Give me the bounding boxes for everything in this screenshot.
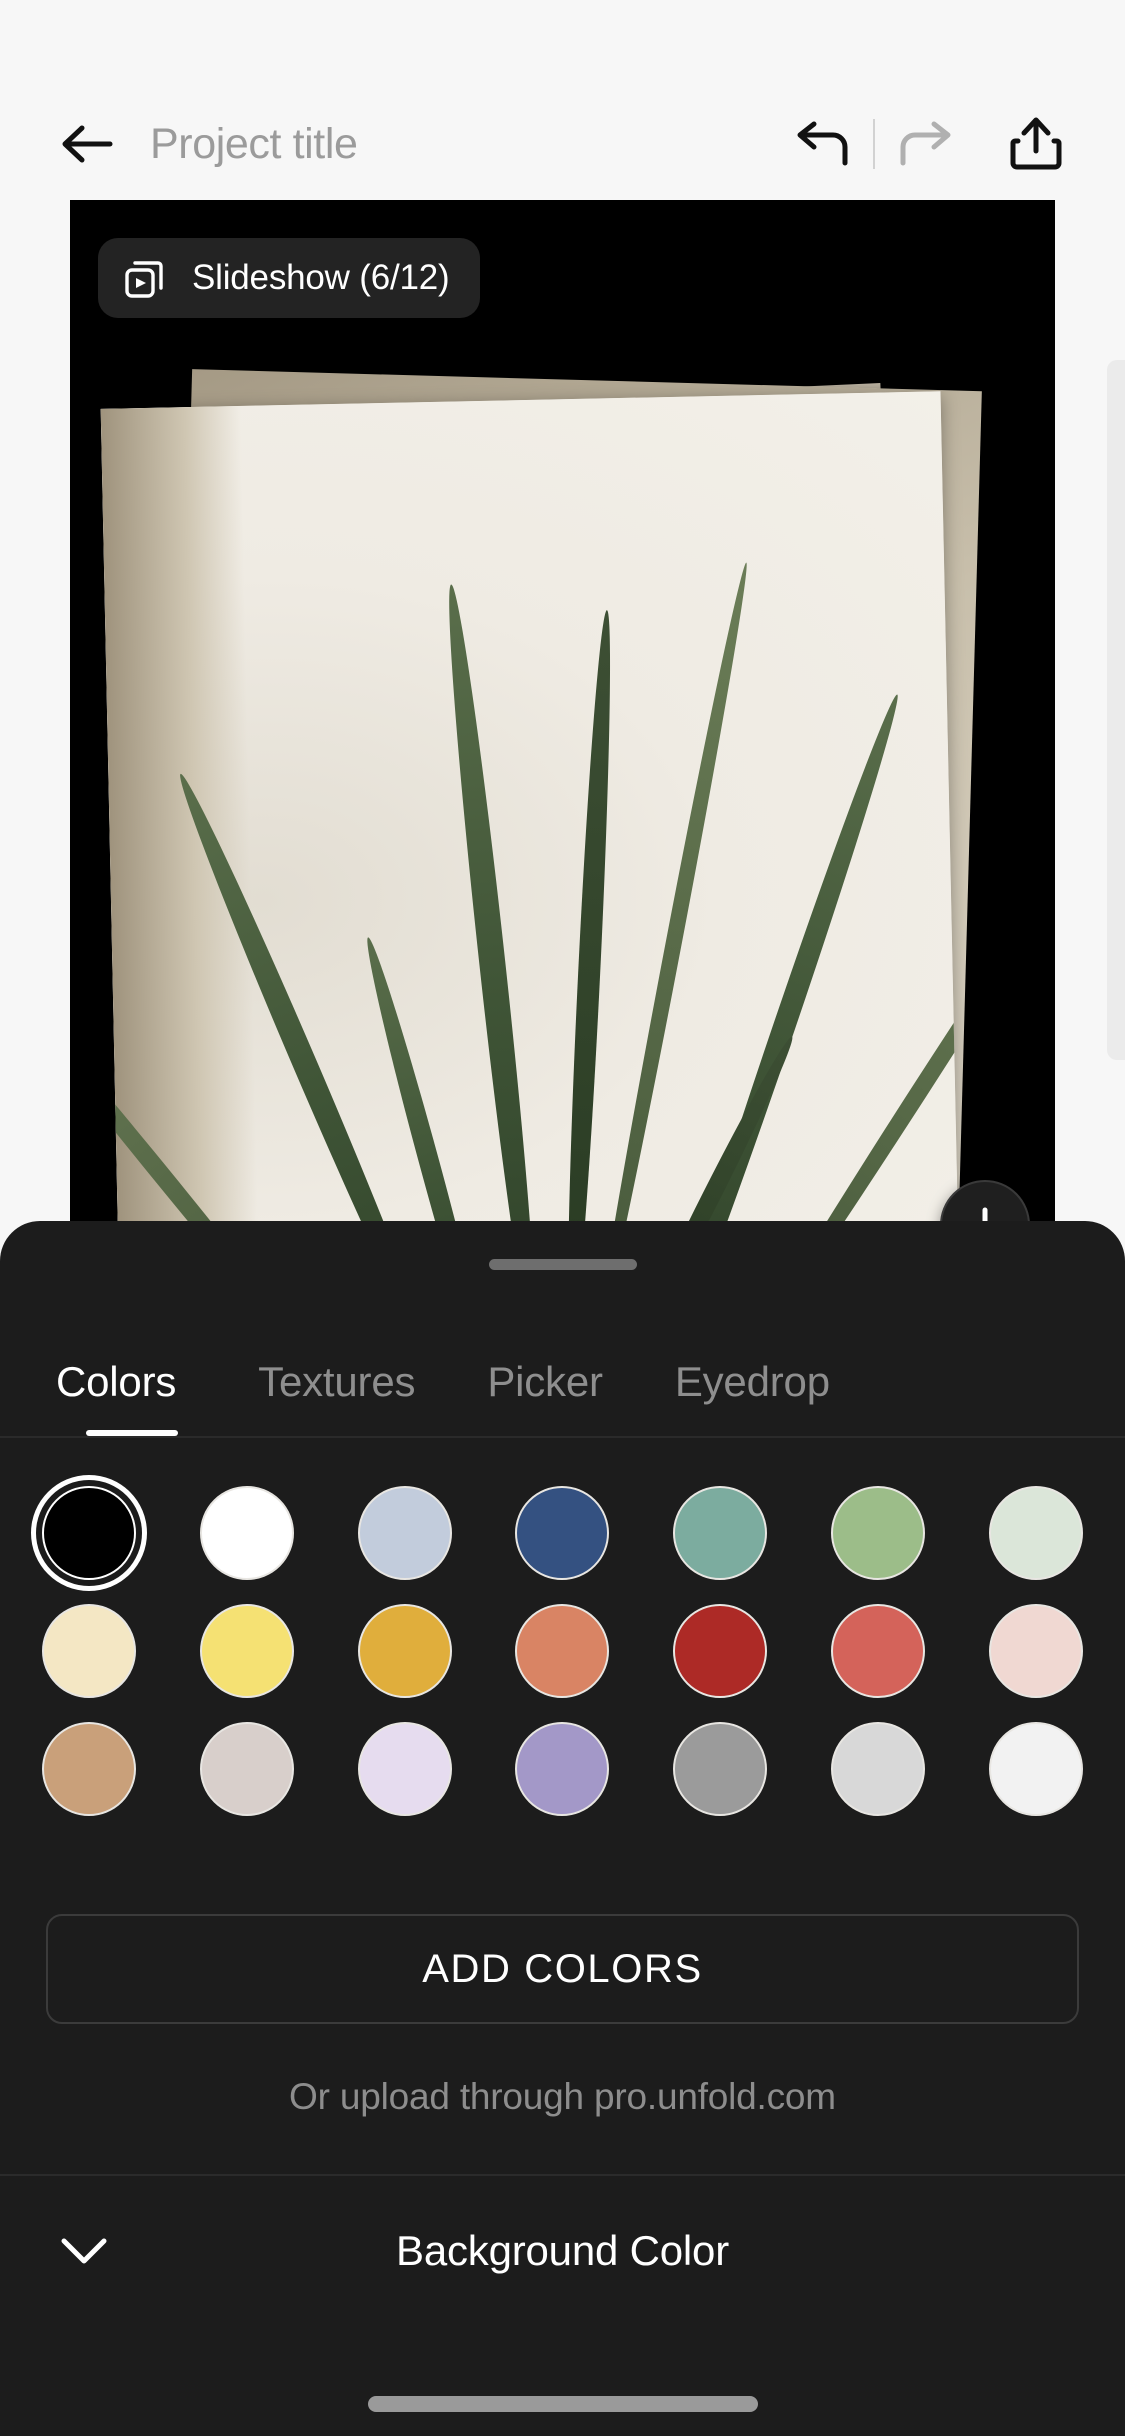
share-upload-icon (1010, 117, 1062, 170)
color-swatch-warm-gray[interactable] (199, 1722, 294, 1816)
redo-arrow-icon (900, 121, 951, 166)
color-swatch-pale-lavender[interactable] (357, 1722, 452, 1816)
color-swatch-golden-amber[interactable] (357, 1604, 452, 1698)
color-swatch-purple[interactable] (515, 1722, 610, 1816)
plant-photo (100, 391, 960, 1230)
color-swatch-pale-pink[interactable] (988, 1604, 1083, 1698)
color-swatch-sage-green[interactable] (831, 1486, 926, 1580)
next-page-edge[interactable] (1107, 360, 1125, 1060)
color-swatch-medium-gray[interactable] (673, 1722, 768, 1816)
photo-layer-front[interactable] (100, 391, 960, 1230)
tab-eyedrop[interactable]: Eyedrop (675, 1358, 830, 1418)
chevron-down-icon (61, 2238, 107, 2264)
swatch-row (42, 1604, 1083, 1698)
top-actions (785, 105, 1075, 183)
panel-footer: Background Color (0, 2176, 1125, 2436)
back-button[interactable] (56, 113, 118, 175)
swatch-row (42, 1486, 1083, 1580)
app-root: Slideshow (6/12) Colors Textures Picker … (0, 0, 1125, 2436)
color-swatch-coral-red[interactable] (831, 1604, 926, 1698)
tab-textures[interactable]: Textures (258, 1358, 415, 1418)
project-title-input[interactable] (150, 113, 785, 175)
color-swatch-black[interactable] (42, 1486, 136, 1580)
photo-stack (70, 200, 1055, 1230)
home-indicator[interactable] (367, 2396, 758, 2412)
color-swatch-dark-red[interactable] (673, 1604, 768, 1698)
color-swatch-terracotta[interactable] (515, 1604, 610, 1698)
arrow-left-icon (62, 125, 113, 163)
color-swatch-powder-blue[interactable] (357, 1486, 452, 1580)
tab-colors[interactable]: Colors (56, 1358, 176, 1418)
photo-wall-shadow (100, 405, 260, 1230)
status-bar (0, 0, 1125, 88)
slideshow-stack-play-icon (125, 261, 163, 298)
color-swatch-light-gray[interactable] (831, 1722, 926, 1816)
active-tab-indicator (86, 1430, 178, 1436)
color-swatch-navy-blue[interactable] (515, 1486, 610, 1580)
redo-button[interactable] (885, 105, 963, 183)
undo-arrow-icon (797, 121, 848, 166)
color-swatch-teal-green[interactable] (673, 1486, 768, 1580)
slideshow-badge-label: Slideshow (6/12) (192, 258, 450, 297)
slideshow-badge[interactable]: Slideshow (6/12) (98, 238, 480, 318)
color-swatch-grid (0, 1438, 1125, 1840)
swatch-row (42, 1722, 1083, 1816)
color-swatch-pale-mint[interactable] (988, 1486, 1083, 1580)
tab-picker[interactable]: Picker (487, 1358, 603, 1418)
editor-top-bar (0, 88, 1125, 200)
undo-button[interactable] (785, 105, 863, 183)
slide-canvas[interactable]: Slideshow (6/12) (70, 200, 1055, 1230)
canvas-area: Slideshow (6/12) (0, 200, 1125, 1230)
panel-tabs: Colors Textures Picker Eyedrop (0, 1322, 1125, 1436)
color-swatch-cream[interactable] (42, 1604, 136, 1698)
color-swatch-white[interactable] (199, 1486, 294, 1580)
background-color-panel: Colors Textures Picker Eyedrop ADD COLOR… (0, 1221, 1125, 2436)
panel-title: Background Color (396, 2227, 729, 2274)
color-swatch-tan[interactable] (42, 1722, 136, 1816)
share-button[interactable] (997, 105, 1075, 183)
panel-drag-handle[interactable] (488, 1259, 637, 1270)
color-swatch-off-white[interactable] (988, 1722, 1083, 1816)
toolbar-divider (873, 119, 875, 169)
color-swatch-yellow[interactable] (199, 1604, 294, 1698)
collapse-panel-button[interactable] (44, 2211, 124, 2291)
add-colors-button[interactable]: ADD COLORS (46, 1914, 1079, 2024)
pro-upload-link[interactable]: Or upload through pro.unfold.com (0, 2076, 1125, 2118)
